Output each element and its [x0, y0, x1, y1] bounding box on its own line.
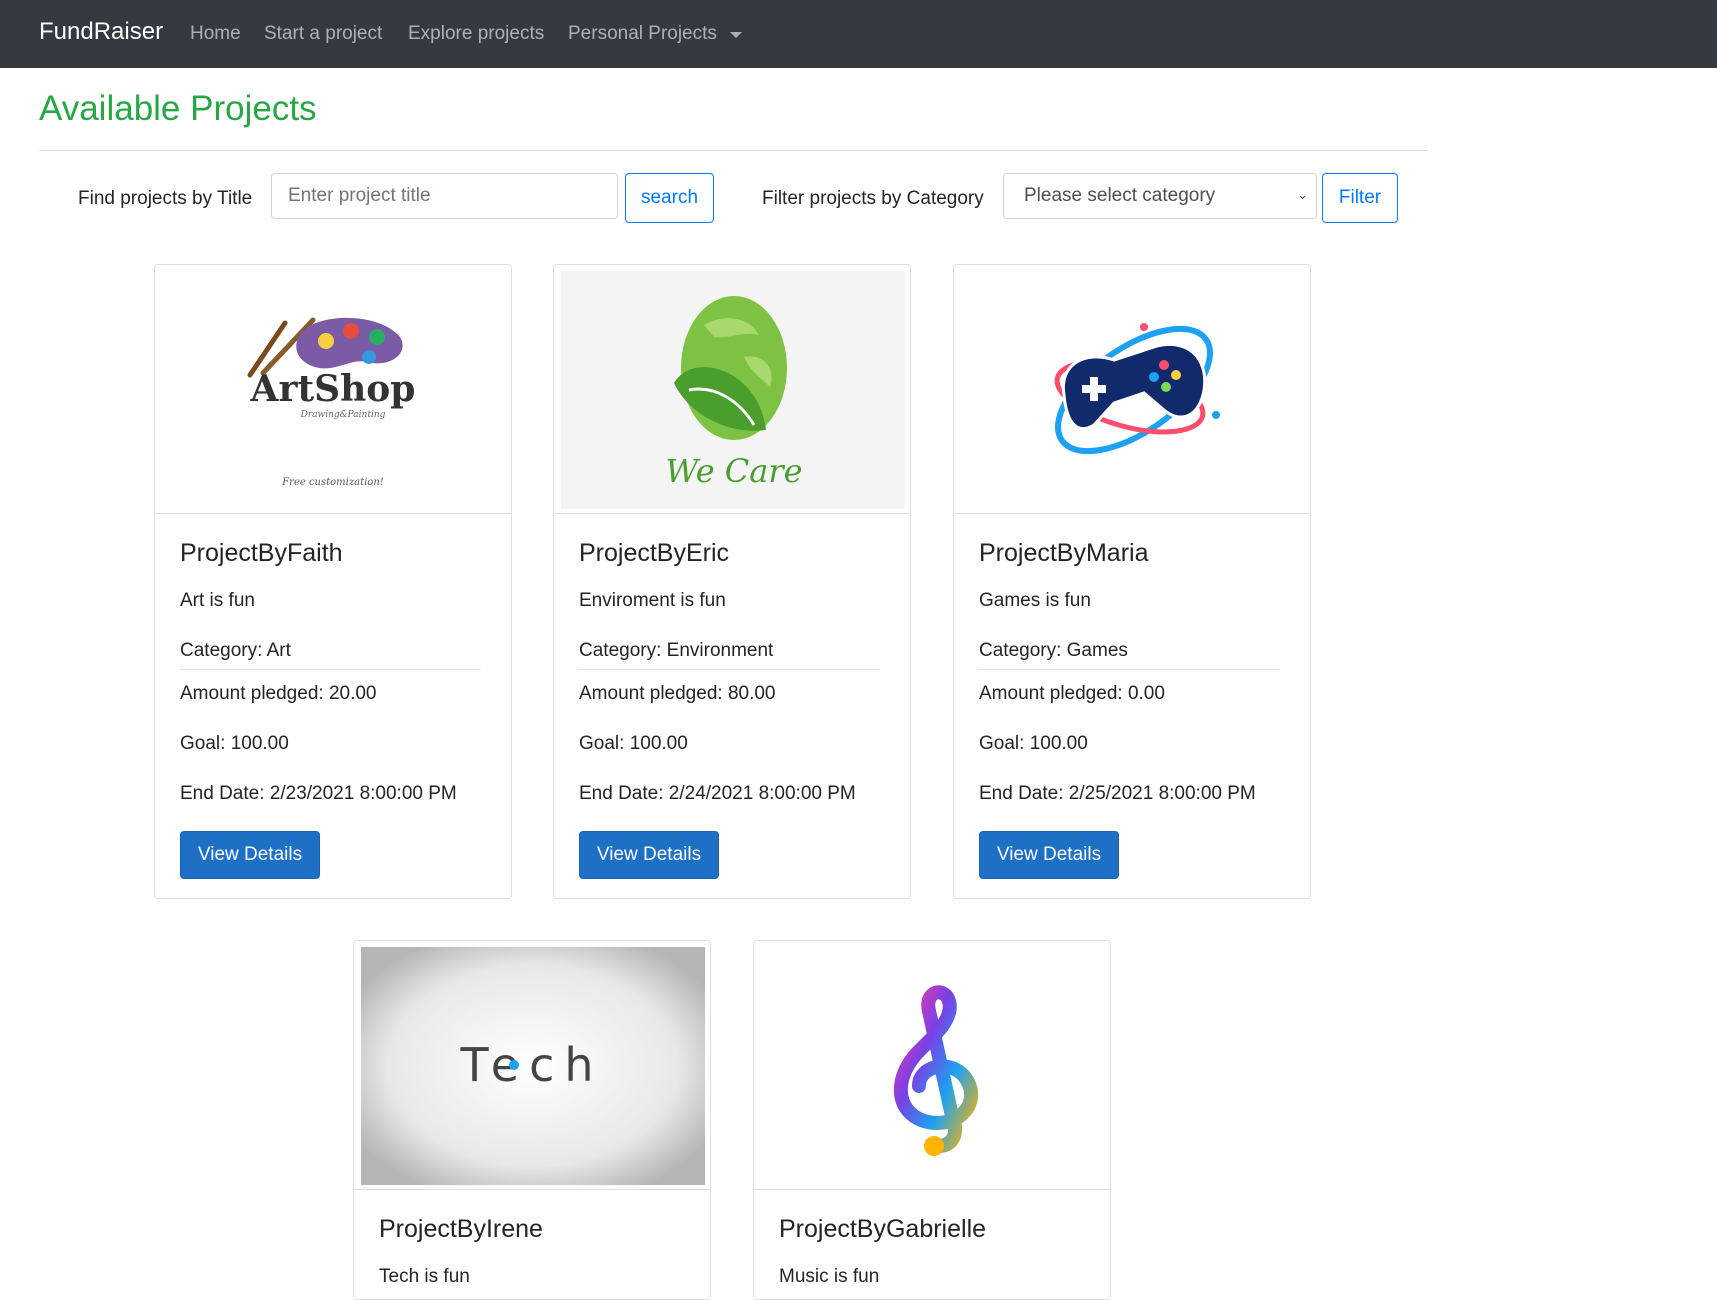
- category-select[interactable]: Please select category ⌄: [1003, 173, 1317, 219]
- svg-text:Free customization!: Free customization!: [281, 477, 384, 488]
- svg-text:ArtShop: ArtShop: [250, 368, 416, 410]
- project-title: ProjectByMaria: [979, 539, 1149, 567]
- search-button[interactable]: search: [625, 173, 714, 223]
- svg-text:Tech: Tech: [459, 1038, 603, 1092]
- treble-clef-icon: [893, 985, 979, 1156]
- project-goal: Goal: 100.00: [979, 733, 1088, 754]
- project-card: We Care ProjectByEric Enviroment is fun …: [553, 264, 911, 899]
- project-card: ProjectByMaria Games is fun Category: Ga…: [953, 264, 1311, 899]
- view-details-button[interactable]: View Details: [180, 831, 320, 879]
- view-details-button[interactable]: View Details: [579, 831, 719, 879]
- card-divider: [180, 669, 481, 670]
- project-title: ProjectByFaith: [180, 539, 343, 567]
- card-divider: [579, 669, 880, 670]
- project-card: ArtShop Drawing&Painting Free customizat…: [154, 264, 512, 899]
- svg-text:Drawing&Painting: Drawing&Painting: [300, 410, 386, 420]
- nav-personal-projects[interactable]: Personal Projects: [568, 23, 717, 45]
- page-title: Available Projects: [39, 89, 317, 128]
- chevron-down-icon[interactable]: [730, 32, 742, 38]
- project-card: ProjectByGabrielle Music is fun: [753, 940, 1111, 1300]
- project-goal: Goal: 100.00: [180, 733, 289, 754]
- project-pledged: Amount pledged: 20.00: [180, 683, 377, 704]
- nav-start-project[interactable]: Start a project: [264, 23, 382, 45]
- project-pledged: Amount pledged: 80.00: [579, 683, 776, 704]
- chevron-down-icon: ⌄: [1297, 187, 1308, 202]
- project-description: Tech is fun: [379, 1266, 470, 1287]
- project-image-gamepad: [954, 265, 1310, 514]
- view-details-button[interactable]: View Details: [979, 831, 1119, 879]
- search-label: Find projects by Title: [78, 188, 253, 209]
- project-image-artshop: ArtShop Drawing&Painting Free customizat…: [155, 265, 511, 514]
- card-divider: [979, 669, 1280, 670]
- filter-button[interactable]: Filter: [1322, 173, 1398, 223]
- project-category: Category: Environment: [579, 640, 774, 661]
- category-select-value: Please select category: [1024, 185, 1216, 206]
- project-description: Games is fun: [979, 590, 1091, 611]
- divider: [39, 150, 1428, 151]
- nav-explore-projects[interactable]: Explore projects: [408, 23, 544, 45]
- filter-label: Filter projects by Category: [762, 188, 984, 209]
- top-navbar: FundRaiser Home Start a project Explore …: [0, 0, 1717, 68]
- project-end-date: End Date: 2/25/2021 8:00:00 PM: [979, 783, 1256, 804]
- project-card: Tech ProjectByIrene Tech is fun: [353, 940, 711, 1300]
- svg-text:We Care: We Care: [665, 452, 802, 490]
- project-title: ProjectByEric: [579, 539, 730, 567]
- brand-link[interactable]: FundRaiser: [39, 18, 163, 46]
- project-goal: Goal: 100.00: [579, 733, 688, 754]
- project-description: Music is fun: [779, 1266, 880, 1287]
- nav-home[interactable]: Home: [190, 23, 241, 45]
- search-input[interactable]: [271, 173, 618, 219]
- project-description: Art is fun: [180, 590, 255, 611]
- project-description: Enviroment is fun: [579, 590, 726, 611]
- project-category: Category: Games: [979, 640, 1128, 661]
- project-category: Category: Art: [180, 640, 291, 661]
- project-end-date: End Date: 2/23/2021 8:00:00 PM: [180, 783, 457, 804]
- project-pledged: Amount pledged: 0.00: [979, 683, 1165, 704]
- project-image-tech: Tech: [354, 941, 710, 1190]
- project-title: ProjectByIrene: [379, 1215, 543, 1243]
- project-title: ProjectByGabrielle: [779, 1215, 987, 1243]
- gamepad-icon: [1054, 323, 1220, 455]
- artshop-logo-icon: ArtShop Drawing&Painting Free customizat…: [247, 317, 416, 488]
- project-image-wecare: We Care: [554, 265, 910, 514]
- project-image-music: [754, 941, 1110, 1190]
- tech-logo-icon: Tech: [361, 947, 705, 1185]
- earth-leaf-icon: We Care: [561, 271, 905, 509]
- project-end-date: End Date: 2/24/2021 8:00:00 PM: [579, 783, 856, 804]
